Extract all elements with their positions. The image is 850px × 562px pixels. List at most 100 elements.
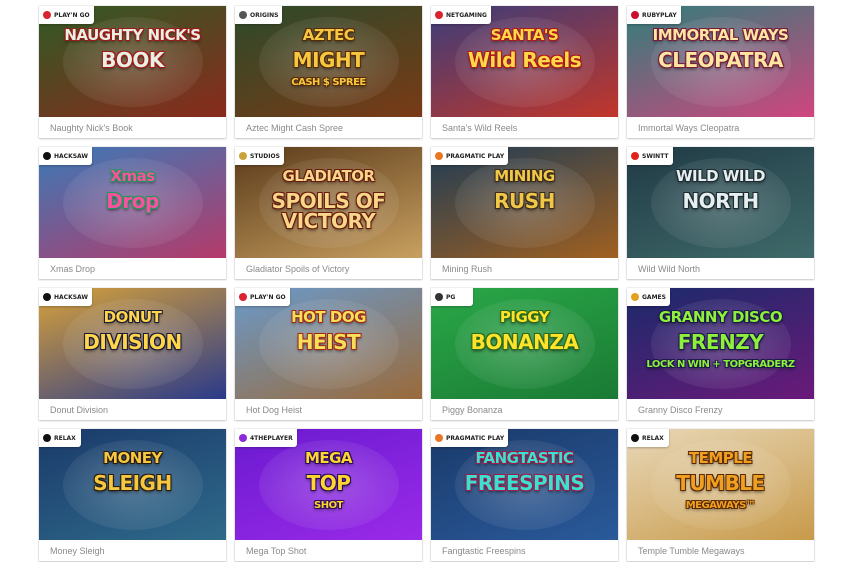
provider-logo-icon	[631, 434, 639, 442]
game-name[interactable]: Donut Division	[50, 405, 108, 415]
game-logo-line1: FANGTASTIC	[475, 449, 574, 467]
game-name[interactable]: Xmas Drop	[50, 264, 95, 274]
game-thumbnail[interactable]: HOT DOG HEIST PLAY'N GO	[235, 288, 422, 399]
game-card[interactable]: PIGGY BONANZA PG Piggy Bonanza	[431, 288, 618, 420]
game-thumbnail[interactable]: IMMORTAL WAYS CLEOPATRA RUBYPLAY	[627, 6, 814, 117]
game-card[interactable]: GLADIATOR SPOILS OF VICTORY STUDIOS Gladiat…	[235, 147, 422, 279]
provider-name: HACKSAW	[54, 152, 89, 160]
provider-logo-icon	[239, 434, 247, 442]
game-thumbnail[interactable]: PIGGY BONANZA PG	[431, 288, 618, 399]
provider-logo-icon	[435, 152, 443, 160]
game-logo-line2: TOP	[306, 471, 351, 495]
game-logo-line3: CASH $ SPREE	[291, 77, 366, 88]
game-thumbnail[interactable]: DONUT DIVISION HACKSAW	[39, 288, 226, 399]
provider-name: PRAGMATIC PLAY	[446, 434, 505, 442]
provider-badge: PLAY'N GO	[39, 6, 94, 24]
game-thumbnail[interactable]: SANTA'S Wild Reels netgaming	[431, 6, 618, 117]
provider-name: HACKSAW	[54, 293, 89, 301]
game-card[interactable]: MONEY SLEIGH RELAX Money Sleigh	[39, 429, 226, 561]
provider-badge: PG	[431, 288, 473, 306]
provider-name: RELAX	[642, 434, 664, 442]
game-logo-line2: FRENZY	[677, 330, 764, 354]
game-name[interactable]: Fangtastic Freespins	[442, 546, 526, 556]
game-thumbnail[interactable]: GLADIATOR SPOILS OF VICTORY STUDIOS	[235, 147, 422, 258]
game-name[interactable]: Mega Top Shot	[246, 546, 306, 556]
game-name[interactable]: Hot Dog Heist	[246, 405, 302, 415]
game-logo-line1: NAUGHTY NICK'S	[64, 26, 201, 44]
provider-name: PG	[446, 293, 456, 301]
game-logo-line1: MEGA	[304, 449, 353, 467]
game-thumbnail[interactable]: MINING RUSH PRAGMATIC PLAY	[431, 147, 618, 258]
game-logo-line2: CLEOPATRA	[658, 48, 783, 72]
game-name[interactable]: Mining Rush	[442, 264, 492, 274]
provider-name: GAMES	[642, 293, 666, 301]
game-thumbnail[interactable]: GRANNY DISCO FRENZY LOCK N WIN + TOPGRADER…	[627, 288, 814, 399]
game-logo-line3: SHOT	[314, 500, 343, 511]
game-logo-line1: AZTEC	[302, 26, 355, 44]
game-card[interactable]: NAUGHTY NICK'S BOOK PLAY'N GO Naughty Nick'…	[39, 6, 226, 138]
provider-badge: PRAGMATIC PLAY	[431, 429, 509, 447]
game-card[interactable]: TEMPLE TUMBLE MEGAWAYS™ RELAX Temple Tumble …	[627, 429, 814, 561]
provider-name: ORIGINS	[250, 11, 279, 19]
game-name[interactable]: Santa's Wild Reels	[442, 123, 517, 133]
provider-badge: PLAY'N GO	[235, 288, 290, 306]
game-logo-line1: SANTA'S	[490, 26, 559, 44]
provider-badge: STUDIOS	[235, 147, 284, 165]
game-card[interactable]: Xmas Drop HACKSAW Xmas Drop	[39, 147, 226, 279]
game-logo-line1: IMMORTAL WAYS	[652, 26, 789, 44]
provider-logo-icon	[631, 293, 639, 301]
game-card[interactable]: MEGA TOP SHOT 4ThePlayer Mega Top Shot	[235, 429, 422, 561]
game-card[interactable]: IMMORTAL WAYS CLEOPATRA RUBYPLAY Immortal W…	[627, 6, 814, 138]
provider-name: STUDIOS	[250, 152, 280, 160]
game-card[interactable]: DONUT DIVISION HACKSAW Donut Division	[39, 288, 226, 420]
game-name[interactable]: Granny Disco Frenzy	[638, 405, 723, 415]
game-thumbnail[interactable]: MEGA TOP SHOT 4ThePlayer	[235, 429, 422, 540]
game-thumbnail[interactable]: WILD WILD NORTH Swintt	[627, 147, 814, 258]
provider-logo-icon	[239, 293, 247, 301]
game-name[interactable]: Naughty Nick's Book	[50, 123, 133, 133]
provider-logo-icon	[435, 434, 443, 442]
game-name[interactable]: Gladiator Spoils of Victory	[246, 264, 349, 274]
game-logo-line2: FREESPINS	[464, 471, 585, 495]
game-card[interactable]: FANGTASTIC FREESPINS PRAGMATIC PLAY Fangtas…	[431, 429, 618, 561]
game-logo-line1: Xmas	[110, 167, 155, 185]
game-thumbnail[interactable]: FANGTASTIC FREESPINS PRAGMATIC PLAY	[431, 429, 618, 540]
game-thumbnail[interactable]: TEMPLE TUMBLE MEGAWAYS™ RELAX	[627, 429, 814, 540]
game-card[interactable]: WILD WILD NORTH Swintt Wild Wild North	[627, 147, 814, 279]
game-logo-line1: MINING	[494, 167, 555, 185]
game-thumbnail[interactable]: AZTEC MIGHT CASH $ SPREE ORIGINS	[235, 6, 422, 117]
game-logo-line2: DIVISION	[83, 330, 182, 354]
provider-badge: RELAX	[39, 429, 81, 447]
game-name[interactable]: Aztec Might Cash Spree	[246, 123, 343, 133]
game-logo-line3: LOCK N WIN + TOPGRADERZ	[646, 359, 795, 370]
provider-badge: HACKSAW	[39, 288, 93, 306]
game-card[interactable]: HOT DOG HEIST PLAY'N GO Hot Dog Heist	[235, 288, 422, 420]
game-logo-line2: MIGHT	[292, 48, 365, 72]
game-card[interactable]: SANTA'S Wild Reels netgaming Santa's Wild R…	[431, 6, 618, 138]
game-grid: NAUGHTY NICK'S BOOK PLAY'N GO Naughty Nick'…	[39, 6, 814, 561]
game-name[interactable]: Piggy Bonanza	[442, 405, 503, 415]
provider-logo-icon	[631, 11, 639, 19]
game-name[interactable]: Money Sleigh	[50, 546, 105, 556]
game-card[interactable]: AZTEC MIGHT CASH $ SPREE ORIGINS Aztec Might…	[235, 6, 422, 138]
game-logo-line2: BONANZA	[470, 330, 579, 354]
game-card[interactable]: GRANNY DISCO FRENZY LOCK N WIN + TOPGRADER…	[627, 288, 814, 420]
provider-logo-icon	[43, 434, 51, 442]
game-thumbnail[interactable]: NAUGHTY NICK'S BOOK PLAY'N GO	[39, 6, 226, 117]
game-thumbnail[interactable]: Xmas Drop HACKSAW	[39, 147, 226, 258]
game-card[interactable]: MINING RUSH PRAGMATIC PLAY Mining Rush	[431, 147, 618, 279]
provider-badge: netgaming	[431, 6, 491, 24]
provider-logo-icon	[631, 152, 639, 160]
game-name[interactable]: Temple Tumble Megaways	[638, 546, 745, 556]
provider-badge: RUBYPLAY	[627, 6, 681, 24]
provider-badge: Swintt	[627, 147, 673, 165]
provider-name: Swintt	[642, 152, 669, 160]
game-thumbnail[interactable]: MONEY SLEIGH RELAX	[39, 429, 226, 540]
game-logo-line1: HOT DOG	[291, 308, 366, 326]
provider-logo-icon	[435, 11, 443, 19]
provider-badge: PRAGMATIC PLAY	[431, 147, 509, 165]
game-logo-line2: SLEIGH	[93, 471, 172, 495]
game-name[interactable]: Immortal Ways Cleopatra	[638, 123, 739, 133]
game-logo-line1: PIGGY	[499, 308, 550, 326]
game-name[interactable]: Wild Wild North	[638, 264, 700, 274]
